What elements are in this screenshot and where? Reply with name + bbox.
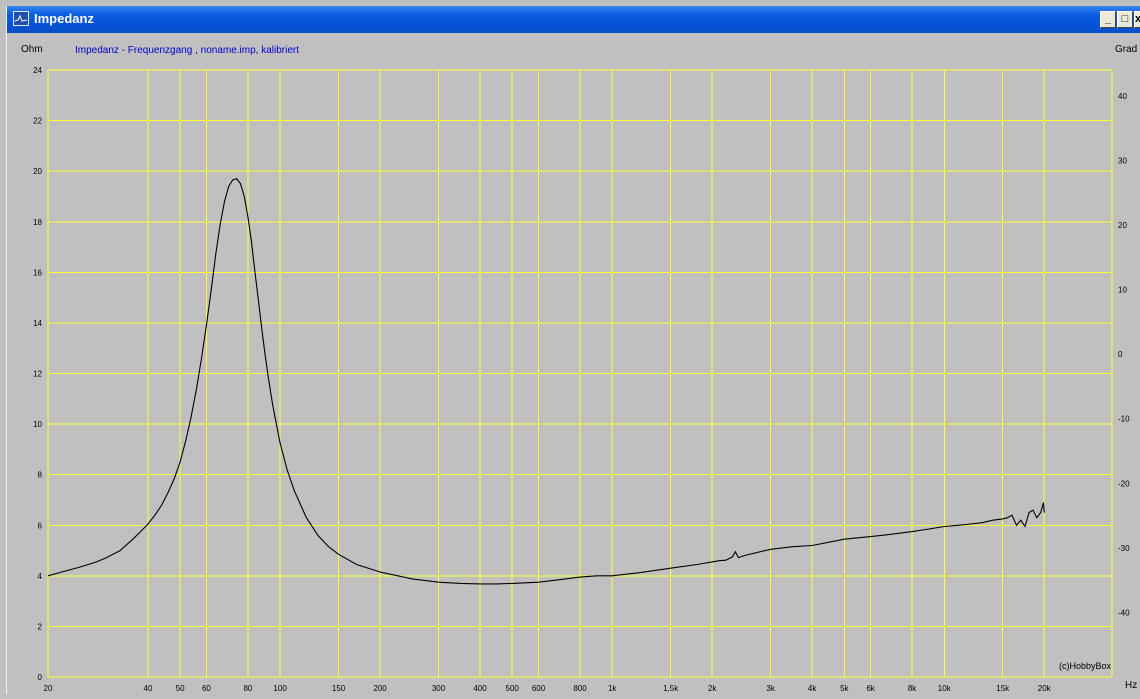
x-tick-label: 100	[273, 684, 287, 693]
y-tick-label: 0	[38, 673, 43, 682]
x-tick-label: 80	[243, 684, 252, 693]
maximize-button[interactable]: □	[1117, 11, 1133, 28]
y2-tick-label: 0	[1118, 350, 1123, 359]
y2-tick-label: 30	[1118, 156, 1127, 165]
x-tick-label: 800	[573, 684, 587, 693]
x-tick-label: 600	[532, 684, 546, 693]
x-tick-label: 50	[176, 684, 185, 693]
x-axis-label: Hz	[1125, 680, 1137, 691]
y-tick-label: 22	[33, 117, 42, 126]
y-tick-labels: 024681012141618202224	[33, 66, 42, 682]
x-tick-label: 2k	[708, 684, 717, 693]
x-tick-label: 40	[144, 684, 153, 693]
y-tick-label: 18	[33, 218, 42, 227]
x-tick-label: 20k	[1038, 684, 1052, 693]
x-tick-labels: 20 40 50 60 80 100 150 200 300 400 500 600 800 1k 1,5k…	[44, 684, 1052, 693]
grid-lines	[47, 69, 1113, 678]
impedance-series-line	[47, 178, 1045, 585]
x-tick-label: 400	[473, 684, 487, 693]
y-tick-label: 14	[33, 319, 42, 328]
x-tick-label: 200	[373, 684, 387, 693]
y2-tick-label: 10	[1118, 286, 1127, 295]
y2-axis-label: Grad	[1115, 44, 1137, 55]
y-tick-label: 12	[33, 370, 42, 379]
chart-title: Impedanz - Frequenzgang , noname.imp, ka…	[75, 45, 299, 56]
y-axis-label: Ohm	[21, 44, 43, 55]
y2-tick-label: -40	[1118, 608, 1130, 617]
y-tick-label: 2	[38, 622, 43, 631]
series-lines	[47, 178, 1045, 585]
x-tick-label: 10k	[938, 684, 952, 693]
y2-tick-label: -30	[1118, 544, 1130, 553]
y2-tick-label: 20	[1118, 221, 1127, 230]
x-tick-label: 300	[432, 684, 446, 693]
title-bar[interactable]: Impedanz _ □ x	[7, 6, 1140, 33]
chart-area: Ohm Impedanz - Frequenzgang , noname.imp…	[7, 33, 1140, 694]
x-tick-label: 3k	[766, 684, 775, 693]
chart-app-icon[interactable]	[13, 11, 29, 26]
x-tick-label: 5k	[840, 684, 849, 693]
x-tick-label: 150	[332, 684, 346, 693]
y-tick-label: 20	[33, 167, 42, 176]
minimize-button[interactable]: _	[1100, 11, 1116, 28]
y-tick-label: 24	[33, 66, 42, 75]
x-tick-label: 60	[202, 684, 211, 693]
x-tick-label: 4k	[808, 684, 817, 693]
window-title: Impedanz	[34, 11, 94, 26]
x-tick-label: 15k	[996, 684, 1010, 693]
impedance-chart: Ohm Impedanz - Frequenzgang , noname.imp…	[21, 44, 1137, 693]
x-tick-label: 20	[44, 684, 53, 693]
impedance-window: Impedanz _ □ x Ohm Impedanz - Frequenzga…	[6, 6, 1140, 694]
copyright-annotation: (c)HobbyBox	[1059, 661, 1112, 671]
y-tick-label: 16	[33, 268, 42, 277]
y-tick-label: 10	[33, 420, 42, 429]
y-tick-label: 6	[38, 521, 43, 530]
x-tick-label: 500	[506, 684, 520, 693]
close-button[interactable]: x	[1134, 11, 1140, 28]
x-tick-label: 1,5k	[663, 684, 679, 693]
y2-tick-label: 40	[1118, 92, 1127, 101]
y2-tick-label: -20	[1118, 479, 1130, 488]
y-tick-label: 4	[38, 572, 43, 581]
y2-tick-labels: -40 -30 -20 -10 0 10 20 30 40	[1118, 92, 1130, 618]
y-tick-label: 8	[38, 471, 43, 480]
x-tick-label: 6k	[866, 684, 875, 693]
x-tick-label: 8k	[908, 684, 917, 693]
y2-tick-label: -10	[1118, 415, 1130, 424]
x-tick-label: 1k	[608, 684, 617, 693]
